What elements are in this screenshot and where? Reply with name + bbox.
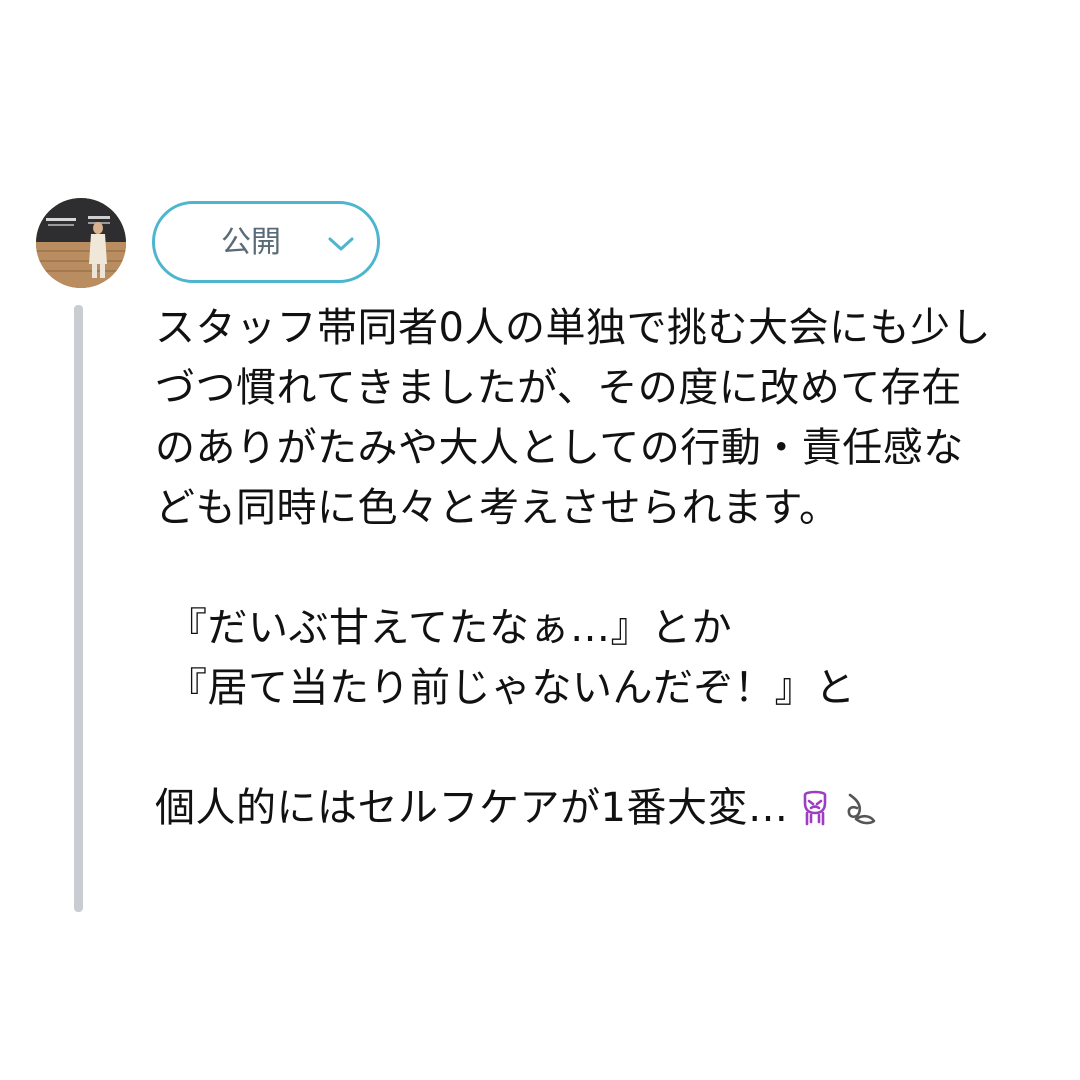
- tweet-last-line: 個人的にはセルフケアが1番大変…: [155, 778, 880, 838]
- tweet-text-area[interactable]: スタッフ帯同者0人の単独で挑む大会にも少し づつ慣れてきましたが、その度に改めて…: [155, 298, 1055, 838]
- tweet-line: スタッフ帯同者0人の単独で挑む大会にも少し: [155, 305, 991, 351]
- tweet-last-line-text: 個人的にはセルフケアが1番大変…: [155, 785, 789, 831]
- thread-connector-line: [74, 305, 83, 912]
- tweet-line: のありがたみや大人としての行動・責任感な: [155, 425, 964, 471]
- tweet-quote-line: 『居て当たり前じゃないんだぞ！』と: [167, 665, 856, 711]
- audience-label: 公開: [221, 225, 281, 260]
- profile-avatar[interactable]: [36, 198, 126, 288]
- tweet-line: ども同時に色々と考えさせられます。: [155, 485, 840, 531]
- tweet-quote-line: 『だいぶ甘えてたなぁ…』とか: [167, 605, 732, 651]
- tweet-composer: 公開 スタッフ帯同者0人の単独で挑む大会にも少し づつ慣れてきましたが、その度に…: [0, 0, 1080, 1080]
- tweet-line: づつ慣れてきましたが、その度に改めて存在: [155, 365, 962, 411]
- crying-face-icon: [804, 790, 827, 826]
- sweat-droplets-icon: [848, 793, 876, 825]
- chevron-down-icon: [328, 237, 354, 251]
- audience-selector-button[interactable]: 公開: [152, 201, 380, 283]
- profile-photo-icon: [36, 198, 126, 288]
